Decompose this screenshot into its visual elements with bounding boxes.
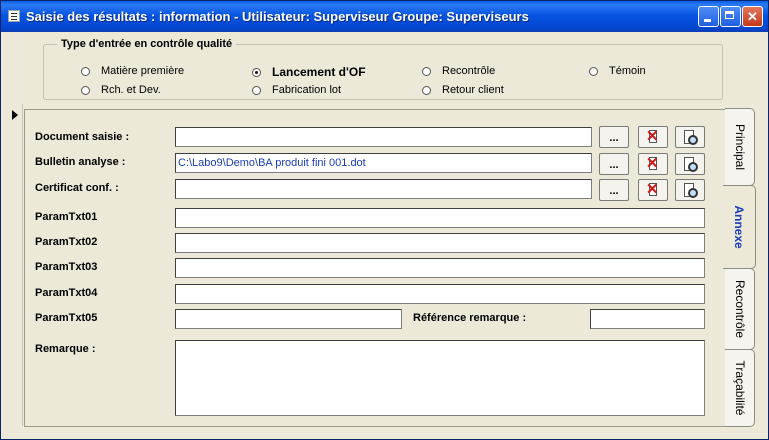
tab-tracabilite-label: Traçabilité [732, 360, 747, 416]
remarque-textarea[interactable] [175, 340, 705, 416]
radio-circle-icon[interactable] [589, 66, 598, 76]
record-selector[interactable] [1, 104, 23, 426]
param-txt02-input[interactable] [175, 233, 705, 253]
bulletin-analyse-label: Bulletin analyse : [35, 156, 126, 168]
bulletin-analyse-input[interactable]: C:\Labo9\Demo\BA produit fini 001.dot [175, 153, 592, 173]
bulletin-analyse-browse-button[interactable]: ... [599, 153, 629, 175]
tab-principal[interactable]: Principal [725, 108, 755, 186]
preview-document-icon [683, 183, 698, 198]
bulletin-analyse-preview-button[interactable] [675, 153, 705, 175]
document-saisie-input[interactable] [175, 127, 592, 147]
param-txt01-label: ParamTxt01 [35, 211, 98, 223]
radio-circle-icon[interactable] [422, 85, 431, 95]
document-saisie-label: Document saisie : [35, 131, 130, 143]
param-txt04-label: ParamTxt04 [35, 287, 98, 299]
preview-document-icon [683, 157, 698, 172]
document-saisie-browse-button[interactable]: ... [599, 126, 629, 148]
radio-circle-icon[interactable] [81, 66, 90, 76]
radio-fabrication-lot[interactable]: Fabrication lot [252, 84, 341, 96]
delete-document-icon [646, 155, 660, 172]
radio-lancement-of[interactable]: Lancement d'OF [252, 65, 366, 79]
radio-label: Fabrication lot [272, 84, 342, 96]
tab-tracabilite[interactable]: Traçabilité [725, 349, 755, 427]
param-txt05-input[interactable] [175, 309, 402, 329]
bulletin-analyse-delete-button[interactable] [638, 153, 668, 175]
param-txt03-label: ParamTxt03 [35, 261, 98, 273]
radio-selected-icon[interactable] [252, 67, 261, 77]
param-txt01-input[interactable] [175, 208, 705, 228]
certificat-conf-input[interactable] [175, 179, 592, 199]
param-txt03-input[interactable] [175, 258, 705, 278]
radio-label: Témoin [609, 65, 646, 77]
radio-matiere-premiere[interactable]: Matière première [81, 65, 184, 77]
reference-remarque-label: Référence remarque : [413, 312, 527, 324]
current-record-arrow-icon [12, 110, 18, 120]
tab-recontrole[interactable]: Recontrôle [725, 268, 755, 350]
radio-label: Matière première [101, 65, 185, 77]
tab-recontrole-label: Recontrôle [732, 279, 747, 339]
maximize-button[interactable] [720, 6, 741, 27]
radio-label: Lancement d'OF [272, 65, 366, 79]
remarque-label: Remarque : [35, 343, 96, 355]
form-icon [8, 10, 20, 22]
close-button[interactable]: ✕ [742, 6, 763, 27]
param-txt05-label: ParamTxt05 [35, 312, 98, 324]
tab-principal-label: Principal [732, 123, 747, 171]
radio-label: Rch. et Dev. [101, 84, 161, 96]
radio-recontrole[interactable]: Recontrôle [422, 65, 495, 77]
radio-label: Retour client [442, 84, 504, 96]
radio-label: Recontrôle [442, 65, 496, 77]
radio-circle-icon[interactable] [81, 85, 90, 95]
title-bar[interactable]: Saisie des résultats : information - Uti… [1, 1, 768, 32]
tab-annexe-label: Annexe [732, 205, 746, 249]
radio-circle-icon[interactable] [422, 66, 431, 76]
radio-temoin[interactable]: Témoin [589, 65, 646, 77]
document-saisie-preview-button[interactable] [675, 126, 705, 148]
param-txt04-input[interactable] [175, 284, 705, 304]
application-window: Saisie des résultats : information - Uti… [0, 0, 769, 440]
certificat-conf-browse-button[interactable]: ... [599, 179, 629, 201]
radio-rch-dev[interactable]: Rch. et Dev. [81, 84, 161, 96]
radio-retour-client[interactable]: Retour client [422, 84, 504, 96]
document-saisie-delete-button[interactable] [638, 126, 668, 148]
minimize-button[interactable] [698, 6, 719, 27]
delete-document-icon [646, 128, 660, 145]
param-txt02-label: ParamTxt02 [35, 236, 98, 248]
qc-entry-type-legend: Type d'entrée en contrôle qualité [57, 38, 237, 50]
delete-document-icon [646, 181, 660, 198]
reference-remarque-input[interactable] [590, 309, 705, 329]
certificat-conf-preview-button[interactable] [675, 179, 705, 201]
certificat-conf-label: Certificat conf. : [35, 182, 119, 194]
radio-circle-icon[interactable] [252, 85, 261, 95]
certificat-conf-delete-button[interactable] [638, 179, 668, 201]
preview-document-icon [683, 130, 698, 145]
tab-annexe[interactable]: Annexe [723, 185, 756, 269]
window-title: Saisie des résultats : information - Uti… [26, 9, 529, 24]
